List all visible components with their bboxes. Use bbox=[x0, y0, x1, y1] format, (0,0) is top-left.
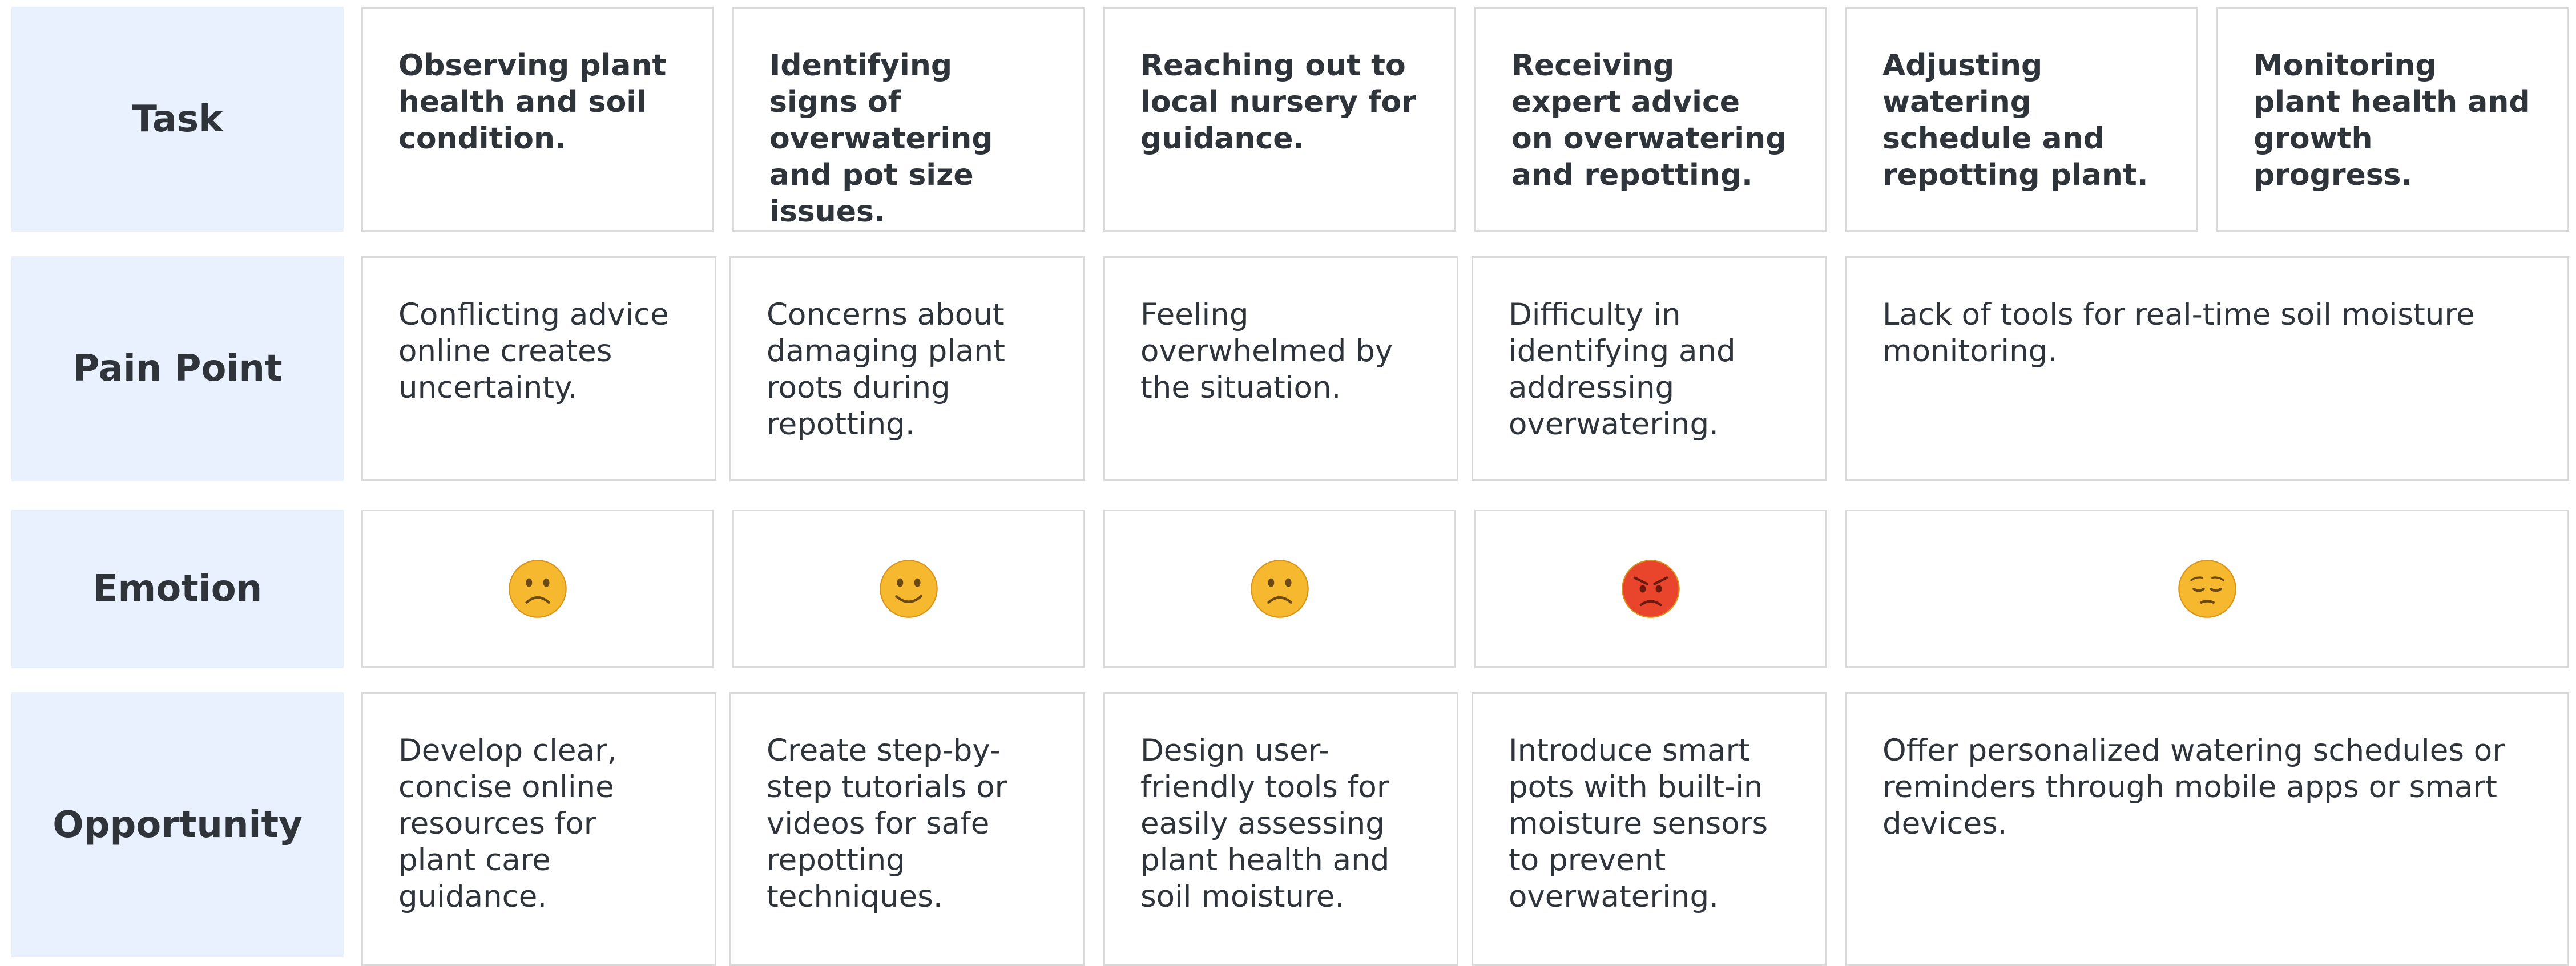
pain-point-card: Concerns about damaging plant roots duri… bbox=[729, 256, 1085, 481]
row-label-text: Opportunity bbox=[53, 803, 303, 846]
pain-point-card: Feeling overwhelmed by the situation. bbox=[1103, 256, 1458, 481]
pain-point-text: Difficulty in identifying and addressing… bbox=[1509, 297, 1736, 442]
opportunity-card: Offer personalized watering schedules or… bbox=[1845, 692, 2569, 966]
row-label-opportunity: Opportunity bbox=[11, 692, 344, 957]
row-label-task: Task bbox=[11, 7, 344, 232]
pain-point-text: Conflicting advice online creates uncert… bbox=[398, 297, 669, 405]
opportunity-text: Develop clear, concise online resources … bbox=[398, 733, 617, 914]
opportunity-text: Design user-friendly tools for easily as… bbox=[1140, 733, 1390, 914]
task-card: Adjusting watering schedule and repottin… bbox=[1845, 7, 2198, 232]
opportunity-text: Offer personalized watering schedules or… bbox=[1882, 733, 2505, 841]
task-text: Reaching out to local nursery for guidan… bbox=[1140, 48, 1416, 156]
row-label-text: Pain Point bbox=[72, 347, 283, 390]
opportunity-card: Develop clear, concise online resources … bbox=[361, 692, 716, 966]
task-card: Observing plant health and soil conditio… bbox=[361, 7, 714, 232]
task-card: Reaching out to local nursery for guidan… bbox=[1103, 7, 1456, 232]
row-label-pain-point: Pain Point bbox=[11, 256, 344, 481]
opportunity-card: Design user-friendly tools for easily as… bbox=[1103, 692, 1458, 966]
task-text: Observing plant health and soil conditio… bbox=[398, 48, 667, 156]
task-text: Monitoring plant health and growth progr… bbox=[2254, 48, 2530, 192]
emotion-card bbox=[1845, 510, 2569, 668]
emotion-card bbox=[1474, 510, 1827, 668]
frowning-face-icon bbox=[1251, 560, 1309, 618]
task-card: Receiving expert advice on overwatering … bbox=[1474, 7, 1827, 232]
pain-point-card: Lack of tools for real-time soil moistur… bbox=[1845, 256, 2569, 481]
pensive-face-icon bbox=[2178, 560, 2236, 618]
pain-point-card: Difficulty in identifying and addressing… bbox=[1472, 256, 1827, 481]
pain-point-text: Lack of tools for real-time soil moistur… bbox=[1882, 297, 2475, 369]
opportunity-text: Introduce smart pots with built-in moist… bbox=[1509, 733, 1768, 914]
task-text: Adjusting watering schedule and repottin… bbox=[1882, 48, 2148, 192]
task-text: Identifying signs of overwatering and po… bbox=[769, 48, 993, 229]
task-card: Monitoring plant health and growth progr… bbox=[2216, 7, 2569, 232]
angry-face-icon bbox=[1622, 560, 1680, 618]
emotion-card bbox=[1103, 510, 1456, 668]
task-text: Receiving expert advice on overwatering … bbox=[1511, 48, 1787, 192]
frowning-face-icon bbox=[509, 560, 567, 618]
opportunity-card: Introduce smart pots with built-in moist… bbox=[1472, 692, 1827, 966]
emotion-card bbox=[732, 510, 1085, 668]
pain-point-text: Feeling overwhelmed by the situation. bbox=[1140, 297, 1393, 405]
opportunity-text: Create step-by-step tutorials or videos … bbox=[767, 733, 1007, 914]
row-label-text: Task bbox=[132, 98, 223, 140]
task-card: Identifying signs of overwatering and po… bbox=[732, 7, 1085, 232]
row-label-emotion: Emotion bbox=[11, 510, 344, 668]
pain-point-text: Concerns about damaging plant roots duri… bbox=[767, 297, 1005, 442]
row-label-text: Emotion bbox=[92, 568, 263, 610]
pain-point-card: Conflicting advice online creates uncert… bbox=[361, 256, 716, 481]
smiling-face-icon bbox=[880, 560, 938, 618]
opportunity-card: Create step-by-step tutorials or videos … bbox=[729, 692, 1085, 966]
emotion-card bbox=[361, 510, 714, 668]
